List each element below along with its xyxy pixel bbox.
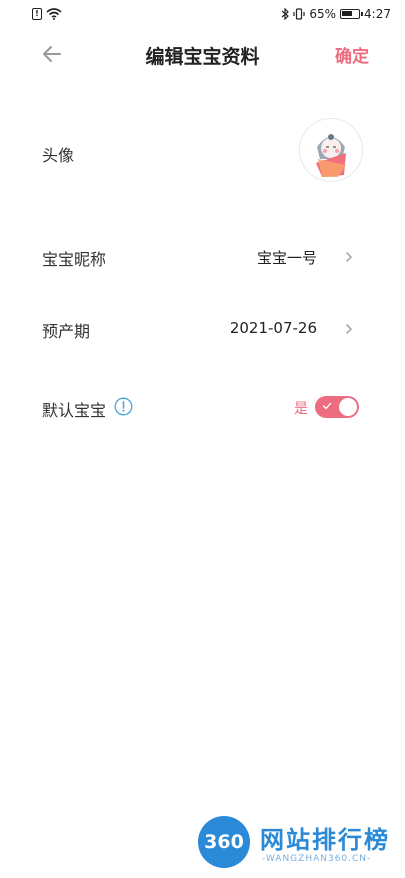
chevron-right-icon	[346, 324, 353, 334]
due-date-row[interactable]: 预产期 2021-07-26	[0, 310, 405, 350]
check-icon	[322, 402, 332, 410]
wifi-icon	[46, 8, 62, 20]
battery-icon	[340, 9, 364, 19]
confirm-button[interactable]: 确定	[335, 42, 369, 67]
status-bar: ! 65% 4:27	[0, 0, 405, 30]
nickname-value: 宝宝一号	[256, 249, 317, 267]
header: 编辑宝宝资料 确定	[0, 30, 405, 80]
watermark-subtitle: -WANGZHAN360.CN-	[262, 854, 372, 864]
info-icon[interactable]	[114, 397, 133, 416]
status-left: !	[32, 8, 62, 20]
battery-percent: 65%	[309, 7, 337, 21]
default-baby-toggle[interactable]	[315, 396, 359, 418]
nickname-label: 宝宝昵称	[42, 250, 107, 269]
chevron-right-icon	[346, 252, 353, 262]
watermark-logo: 360 网站排行榜 -WANGZHAN360.CN-	[190, 812, 400, 874]
watermark-title: 网站排行榜	[260, 826, 390, 854]
nickname-row[interactable]: 宝宝昵称 宝宝一号	[0, 238, 405, 278]
toggle-knob	[339, 398, 357, 416]
due-date-label: 预产期	[42, 322, 91, 341]
avatar[interactable]	[299, 118, 363, 182]
default-baby-label: 默认宝宝	[42, 401, 107, 420]
default-baby-value: 是	[294, 401, 308, 417]
bluetooth-icon	[281, 8, 290, 20]
watermark-badge: 360	[198, 816, 250, 868]
due-date-value: 2021-07-26	[229, 319, 317, 337]
status-right: 65% 4:27	[281, 7, 391, 21]
baby-avatar-icon	[300, 119, 362, 181]
avatar-label: 头像	[42, 146, 75, 165]
clock: 4:27	[364, 7, 391, 21]
sim-icon: !	[32, 8, 42, 20]
vibrate-icon	[293, 8, 305, 20]
